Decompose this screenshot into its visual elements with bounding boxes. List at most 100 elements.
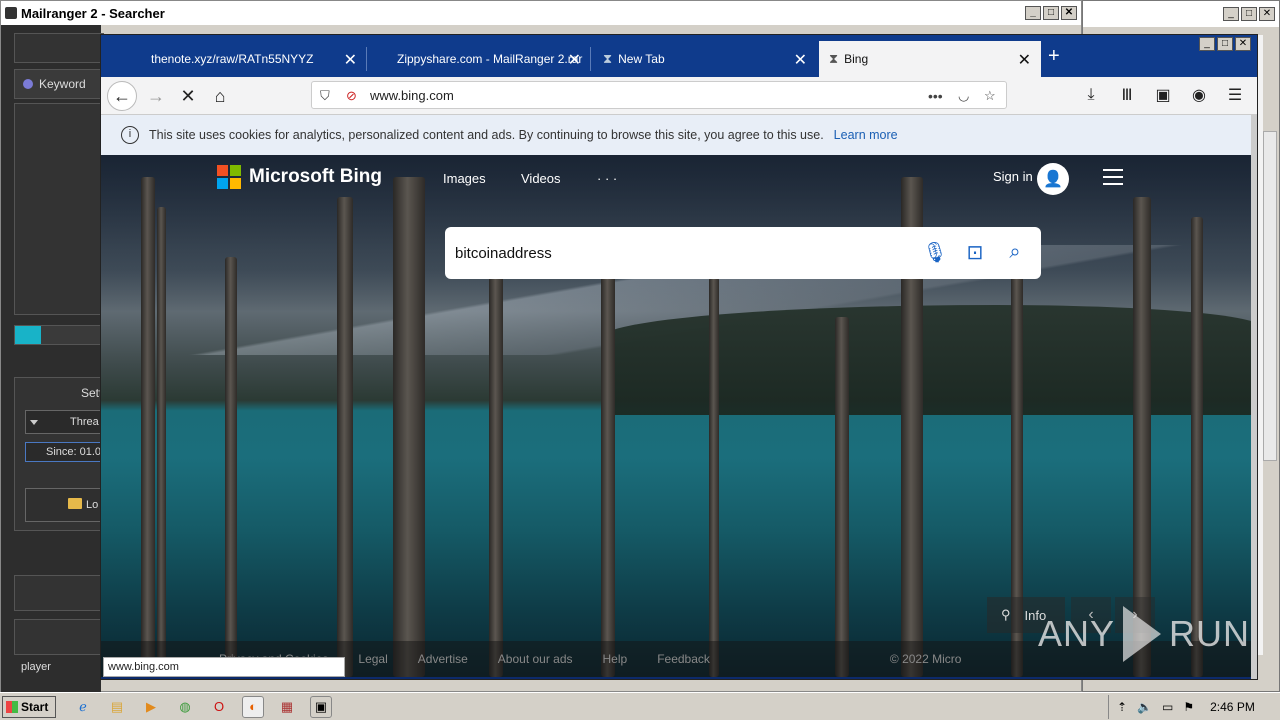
since-label: Since: 01.0 [46, 446, 102, 458]
bookmark-star-icon[interactable]: ☆ [984, 88, 996, 104]
home-icon[interactable]: ⌂ [205, 81, 235, 111]
maximize-button[interactable]: □ [1217, 37, 1233, 51]
background-forest [601, 305, 1253, 415]
download-icon[interactable]: ⤓ [1079, 83, 1103, 107]
volume-icon[interactable]: 🔈 [1137, 700, 1152, 714]
firefox-window: thenote.xyz/raw/RATn55NYYZ ✕ Zippyshare.… [100, 34, 1258, 680]
pocket-icon[interactable]: ◡ [958, 88, 969, 104]
winrar-icon[interactable]: ▦ [276, 696, 298, 718]
start-button[interactable]: Start [2, 695, 56, 718]
scrollbar[interactable] [1263, 131, 1277, 461]
stop-icon[interactable]: ✕ [173, 81, 203, 111]
close-tab-icon[interactable]: ✕ [794, 50, 807, 70]
mailranger-body: Keyword Setti Threa Since: 01.0 Lo [1, 25, 105, 693]
nav-more[interactable]: · · · [597, 171, 617, 186]
tray-expand-icon[interactable]: ⇡ [1117, 700, 1127, 714]
learn-more-link[interactable]: Learn more [834, 128, 898, 142]
app-icon [5, 7, 17, 19]
bottom-field-2[interactable] [14, 619, 104, 655]
insecure-lock-icon[interactable]: ⊘ [346, 88, 357, 104]
load-button[interactable]: Lo [25, 488, 105, 522]
user-avatar-icon[interactable]: 👤 [1037, 163, 1069, 195]
threads-dropdown[interactable]: Threa [25, 410, 105, 434]
since-date-field[interactable]: Since: 01.0 [25, 442, 105, 462]
close-tab-icon[interactable]: ✕ [344, 50, 357, 70]
menu-icon[interactable]: ☰ [1223, 83, 1247, 107]
chrome-icon[interactable]: ◍ [174, 696, 196, 718]
hamburger-menu-icon[interactable] [1103, 169, 1123, 190]
opera-icon[interactable]: O [208, 696, 230, 718]
footer-advertise[interactable]: Advertise [418, 652, 468, 666]
tab-thenote[interactable]: thenote.xyz/raw/RATn55NYYZ ✕ [141, 41, 367, 77]
media-player-icon[interactable]: ▶ [140, 696, 162, 718]
bing-logo[interactable]: Microsoft Bing [217, 165, 382, 189]
tab-label: Bing [844, 52, 869, 66]
maximize-button[interactable]: □ [1241, 7, 1257, 21]
library-icon[interactable]: Ⅲ [1115, 83, 1139, 107]
network-icon[interactable]: ▭ [1162, 700, 1173, 714]
keyword-list[interactable] [14, 103, 104, 315]
taskbar: Start ℯ ▤ ▶ ◍ O ◐ ▦ ▣ ⇡ 🔈 ▭ ⚑ 2:46 PM [0, 692, 1280, 720]
hourglass-icon: ⧗ [829, 51, 839, 66]
account-icon[interactable]: ◉ [1187, 83, 1211, 107]
ie-icon[interactable]: ℯ [72, 696, 94, 718]
keyword-dropdown[interactable]: Keyword [14, 69, 104, 99]
scrollbar[interactable] [1251, 115, 1257, 679]
close-tab-icon[interactable]: ✕ [1018, 50, 1031, 70]
search-box[interactable]: bitcoinaddress 🎙 ⊡ ⌕ [445, 227, 1041, 279]
settings-group: Setti Threa Since: 01.0 Lo [14, 377, 105, 531]
nav-videos[interactable]: Videos [521, 171, 561, 186]
nav-bar: ← → ✕ ⌂ ⛉ ⊘ www.bing.com ••• ◡ ☆ ⤓ Ⅲ ▣ ◉… [101, 77, 1257, 115]
action-center-flag-icon[interactable]: ⚑ [1183, 700, 1194, 714]
new-tab-button[interactable]: + [1048, 45, 1060, 68]
cookie-text: This site uses cookies for analytics, pe… [149, 128, 824, 142]
watermark-left: ANY [1038, 613, 1116, 654]
minimize-button[interactable]: _ [1199, 37, 1215, 51]
close-button[interactable]: ✕ [1259, 7, 1275, 21]
search-icon[interactable]: ⌕ [1003, 239, 1027, 265]
minimize-button[interactable]: _ [1223, 7, 1239, 21]
close-button[interactable]: ✕ [1235, 37, 1251, 51]
microsoft-logo-icon [217, 165, 241, 189]
footer-help[interactable]: Help [603, 652, 628, 666]
url-bar[interactable]: ⛉ ⊘ www.bing.com ••• ◡ ☆ [311, 81, 1007, 109]
tab-label: Zippyshare.com - MailRanger 2.rar [397, 52, 583, 66]
input-box[interactable] [14, 33, 104, 63]
progress-bar [14, 325, 104, 345]
microphone-icon[interactable]: 🎙 [922, 239, 947, 265]
threads-label: Threa [70, 416, 99, 428]
sign-in-link[interactable]: Sign in [993, 169, 1033, 184]
mailranger-titlebar: Mailranger 2 - Searcher _ □ ✕ [1, 1, 1081, 25]
minimize-button[interactable]: _ [1025, 6, 1041, 20]
cookie-banner: i This site uses cookies for analytics, … [101, 115, 1257, 155]
visual-search-icon[interactable]: ⊡ [963, 239, 987, 265]
nav-images[interactable]: Images [443, 171, 486, 186]
search-input[interactable]: bitcoinaddress [455, 245, 552, 262]
footer-copyright: © 2022 Micro [889, 652, 962, 666]
close-tab-icon[interactable]: ✕ [568, 50, 581, 70]
forward-arrow-icon[interactable]: → [141, 81, 171, 111]
progress-fill [15, 326, 41, 344]
explorer-icon[interactable]: ▤ [106, 696, 128, 718]
bottom-field-1[interactable] [14, 575, 104, 611]
close-button[interactable]: ✕ [1061, 6, 1077, 20]
shield-icon[interactable]: ⛉ [320, 88, 330, 104]
firefox-taskbar-icon[interactable]: ◐ [242, 695, 264, 718]
tab-bing[interactable]: ⧗ Bing ✕ [819, 41, 1041, 77]
footer-about-ads[interactable]: About our ads [498, 652, 573, 666]
tab-bar: thenote.xyz/raw/RATn55NYYZ ✕ Zippyshare.… [101, 35, 1257, 77]
tab-label: thenote.xyz/raw/RATn55NYYZ [151, 52, 314, 66]
footer-legal[interactable]: Legal [358, 652, 387, 666]
maximize-button[interactable]: □ [1043, 6, 1059, 20]
mailranger-taskbar-icon[interactable]: ▣ [310, 695, 332, 718]
bing-logo-text: Microsoft Bing [249, 166, 382, 187]
chevron-down-icon [30, 420, 38, 425]
status-url: www.bing.com [103, 657, 345, 677]
tab-zippyshare[interactable]: Zippyshare.com - MailRanger 2.rar ✕ [369, 41, 591, 77]
tab-new-tab[interactable]: ⧗ New Tab ✕ [593, 41, 817, 77]
back-arrow-icon[interactable]: ← [107, 81, 137, 111]
page-actions-icon[interactable]: ••• [928, 88, 943, 104]
sidebar-icon[interactable]: ▣ [1151, 83, 1175, 107]
footer-feedback[interactable]: Feedback [657, 652, 710, 666]
keyword-label: Keyword [39, 77, 86, 91]
